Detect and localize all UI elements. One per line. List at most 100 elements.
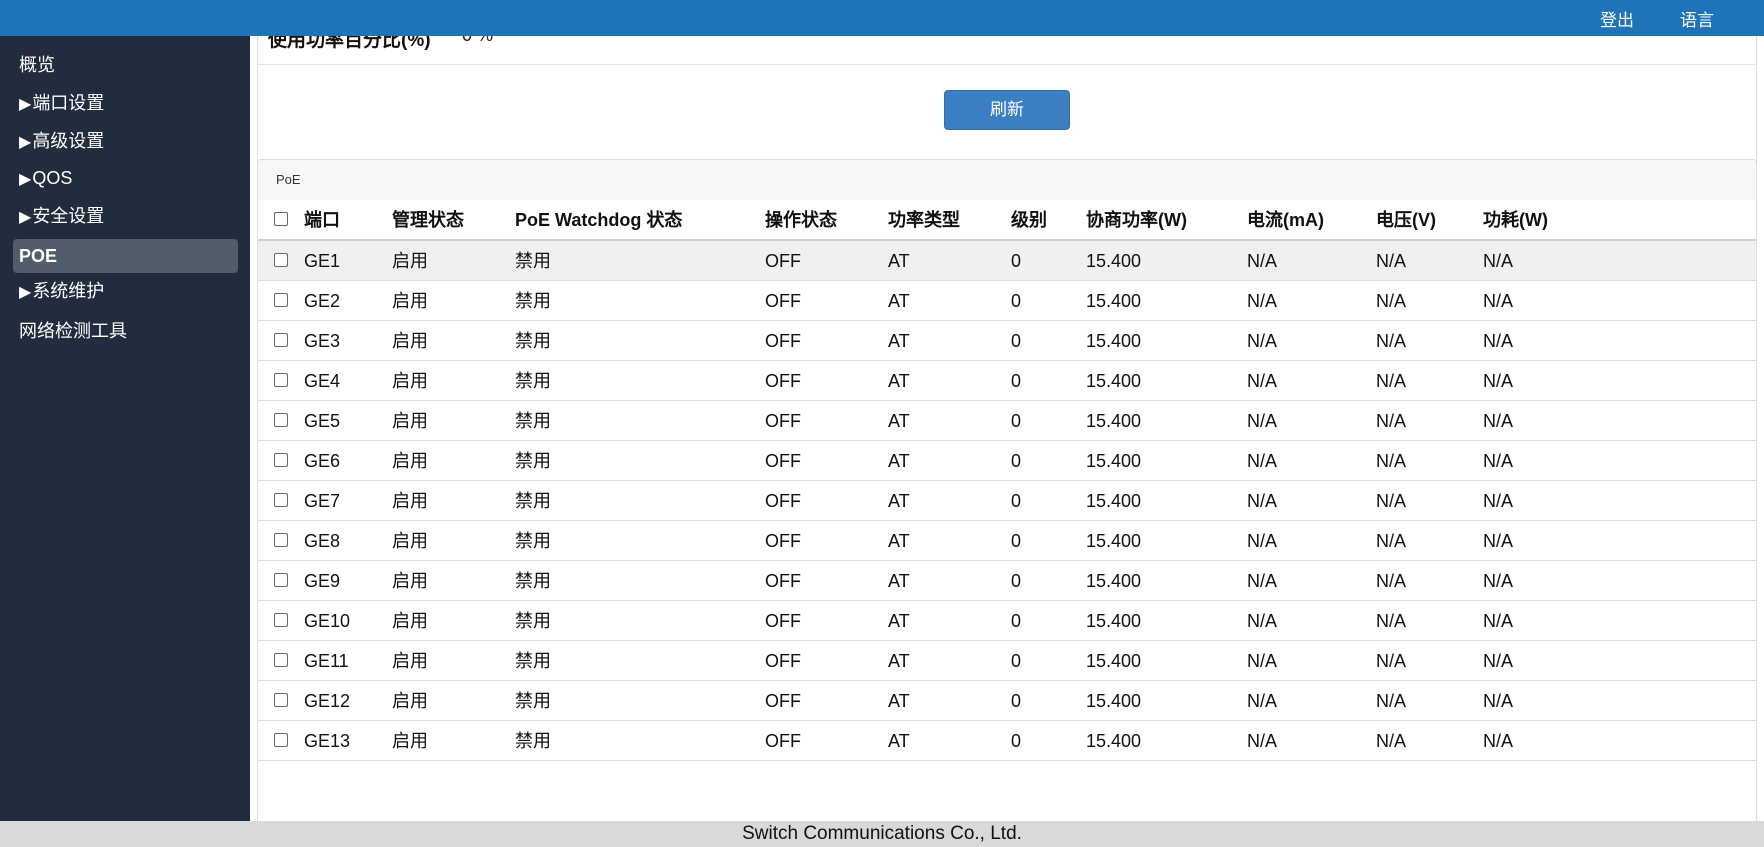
col-oper-state: OFF	[765, 611, 801, 631]
col-oper-state: OFF	[765, 571, 801, 591]
sidebar-item-network-tools[interactable]: 网络检测工具	[13, 314, 238, 348]
expand-arrow-icon: ▶	[19, 171, 32, 188]
col-consumption: N/A	[1483, 371, 1514, 391]
poe-card-title: PoE	[276, 172, 301, 187]
row-checkbox[interactable]	[274, 293, 288, 307]
col-power-type: AT	[888, 651, 910, 671]
header-col-negotiated-power: 协商功率(W)	[1086, 210, 1187, 230]
col-consumption: N/A	[1483, 291, 1514, 311]
sidebar-item-system-maintenance[interactable]: ▶系统维护	[13, 274, 238, 308]
row-checkbox[interactable]	[274, 533, 288, 547]
sidebar-item-label: 端口设置	[32, 93, 105, 113]
col-admin-state: 启用	[392, 691, 428, 711]
col-power-type: AT	[888, 291, 910, 311]
table-row: GE9 启用 禁用 OFF AT 0 15.400 N/A N/A N/A	[258, 561, 1756, 601]
col-watchdog-state: 禁用	[515, 411, 551, 431]
col-consumption: N/A	[1483, 611, 1514, 631]
refresh-button[interactable]: 刷新	[944, 90, 1070, 130]
language-link[interactable]: 语言	[1680, 6, 1714, 31]
row-checkbox[interactable]	[274, 693, 288, 707]
col-voltage: N/A	[1376, 371, 1407, 391]
col-class: 0	[1011, 411, 1022, 431]
col-current: N/A	[1247, 611, 1278, 631]
col-power-type: AT	[888, 611, 910, 631]
col-oper-state: OFF	[765, 651, 801, 671]
select-all-checkbox[interactable]	[274, 212, 288, 226]
col-oper-state: OFF	[765, 411, 801, 431]
sidebar: 概览 ▶端口设置 ▶高级设置 ▶QOS ▶安全设置 POE ▶系统维护 网络检测…	[0, 36, 250, 821]
col-watchdog-state: 禁用	[515, 331, 551, 351]
header-col-oper-state: 操作状态	[765, 210, 837, 230]
col-watchdog-state: 禁用	[515, 371, 551, 391]
table-row: GE4 启用 禁用 OFF AT 0 15.400 N/A N/A N/A	[258, 361, 1756, 401]
header-col-power-type: 功率类型	[888, 210, 960, 230]
table-row: GE2 启用 禁用 OFF AT 0 15.400 N/A N/A N/A	[258, 281, 1756, 321]
logout-link[interactable]: 登出	[1600, 6, 1634, 31]
sidebar-item-poe[interactable]: POE	[13, 239, 238, 273]
col-class: 0	[1011, 691, 1022, 711]
col-class: 0	[1011, 491, 1022, 511]
col-oper-state: OFF	[765, 731, 801, 751]
col-port: GE7	[304, 491, 341, 511]
col-watchdog-state: 禁用	[515, 571, 551, 591]
col-consumption: N/A	[1483, 451, 1514, 471]
col-class: 0	[1011, 291, 1022, 311]
col-voltage: N/A	[1376, 571, 1407, 591]
header-col-voltage: 电压(V)	[1376, 210, 1436, 230]
col-negotiated-power: 15.400	[1086, 531, 1142, 551]
sidebar-item-qos[interactable]: ▶QOS	[13, 161, 238, 195]
sidebar-item-overview[interactable]: 概览	[13, 48, 238, 82]
col-oper-state: OFF	[765, 251, 801, 271]
col-admin-state: 启用	[392, 451, 428, 471]
col-port: GE2	[304, 291, 341, 311]
col-watchdog-state: 禁用	[515, 531, 551, 551]
row-checkbox[interactable]	[274, 453, 288, 467]
col-voltage: N/A	[1376, 491, 1407, 511]
row-checkbox[interactable]	[274, 333, 288, 347]
col-negotiated-power: 15.400	[1086, 571, 1142, 591]
header-col-port: 端口	[304, 210, 340, 230]
header-col-current: 电流(mA)	[1247, 210, 1324, 230]
table-row: GE5 启用 禁用 OFF AT 0 15.400 N/A N/A N/A	[258, 401, 1756, 441]
col-admin-state: 启用	[392, 531, 428, 551]
expand-arrow-icon: ▶	[19, 96, 32, 113]
col-negotiated-power: 15.400	[1086, 651, 1142, 671]
col-admin-state: 启用	[392, 651, 428, 671]
header-col-consumption: 功耗(W)	[1483, 210, 1548, 230]
col-consumption: N/A	[1483, 571, 1514, 591]
power-usage-label: 使用功率百分比(%)	[268, 36, 431, 51]
row-checkbox[interactable]	[274, 573, 288, 587]
expand-arrow-icon: ▶	[19, 209, 32, 226]
sidebar-item-port-settings[interactable]: ▶端口设置	[13, 86, 238, 120]
col-watchdog-state: 禁用	[515, 491, 551, 511]
row-checkbox[interactable]	[274, 733, 288, 747]
col-voltage: N/A	[1376, 691, 1407, 711]
col-current: N/A	[1247, 251, 1278, 271]
header-col-class: 级别	[1011, 210, 1047, 230]
sidebar-item-label: 网络检测工具	[19, 321, 127, 341]
row-checkbox[interactable]	[274, 493, 288, 507]
row-checkbox[interactable]	[274, 613, 288, 627]
row-checkbox[interactable]	[274, 253, 288, 267]
col-admin-state: 启用	[392, 291, 428, 311]
col-admin-state: 启用	[392, 371, 428, 391]
col-watchdog-state: 禁用	[515, 651, 551, 671]
sidebar-item-label: QOS	[32, 168, 73, 188]
sidebar-item-security-settings[interactable]: ▶安全设置	[13, 199, 238, 233]
col-admin-state: 启用	[392, 731, 428, 751]
table-row: GE1 启用 禁用 OFF AT 0 15.400 N/A N/A N/A	[258, 241, 1756, 281]
row-checkbox[interactable]	[274, 653, 288, 667]
expand-arrow-icon: ▶	[19, 284, 32, 301]
power-usage-value: 0 %	[462, 36, 493, 46]
row-checkbox[interactable]	[274, 413, 288, 427]
col-oper-state: OFF	[765, 371, 801, 391]
sidebar-item-label: 高级设置	[32, 131, 105, 151]
expand-arrow-icon: ▶	[19, 134, 32, 151]
col-voltage: N/A	[1376, 611, 1407, 631]
col-current: N/A	[1247, 651, 1278, 671]
sidebar-item-advanced-settings[interactable]: ▶高级设置	[13, 124, 238, 158]
row-checkbox[interactable]	[274, 373, 288, 387]
top-bar: 登出 语言	[0, 0, 1764, 36]
col-power-type: AT	[888, 331, 910, 351]
header-col-admin-state: 管理状态	[392, 210, 464, 230]
